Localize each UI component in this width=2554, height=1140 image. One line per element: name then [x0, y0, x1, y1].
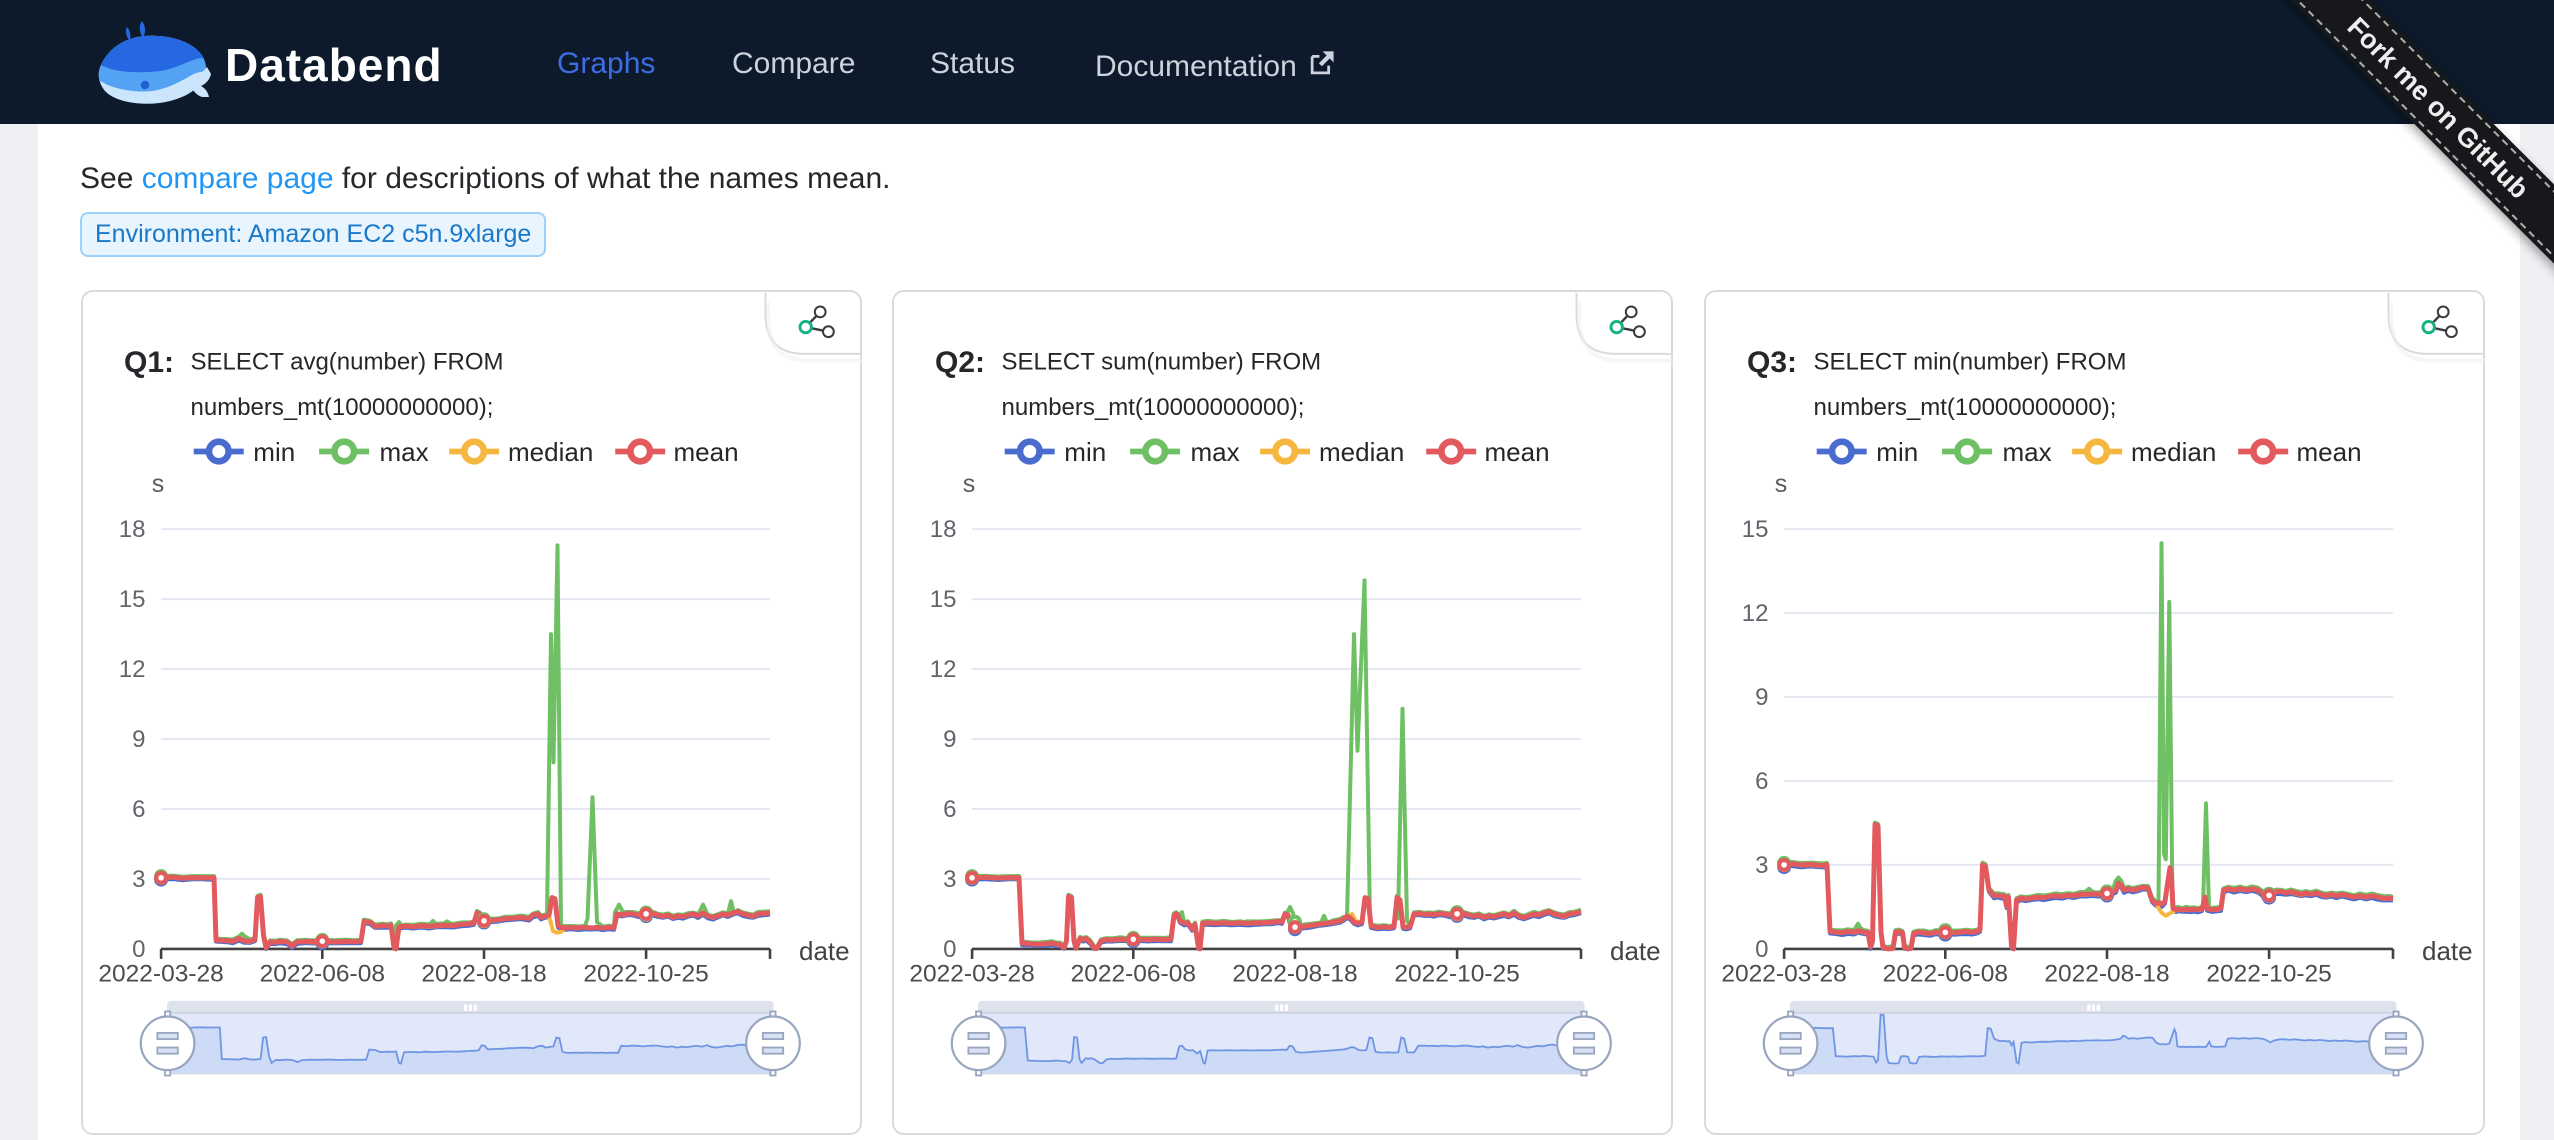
svg-text:mean: mean: [1485, 437, 1550, 467]
svg-text:max: max: [379, 437, 428, 467]
svg-text:2022-03-28: 2022-03-28: [910, 960, 1035, 987]
svg-text:0: 0: [132, 935, 145, 962]
svg-text:numbers_mt(10000000000);: numbers_mt(10000000000);: [1002, 394, 1305, 421]
svg-text:12: 12: [1742, 600, 1769, 627]
svg-text:2022-10-25: 2022-10-25: [1395, 960, 1520, 987]
svg-text:date: date: [2422, 936, 2473, 966]
svg-text:2022-06-08: 2022-06-08: [1071, 960, 1196, 987]
svg-text:3: 3: [943, 865, 956, 892]
svg-text:SELECT avg(number) FROM: SELECT avg(number) FROM: [190, 348, 503, 375]
svg-text:Q2:: Q2:: [935, 346, 985, 379]
svg-text:min: min: [1064, 437, 1106, 467]
svg-text:6: 6: [132, 796, 145, 823]
svg-text:3: 3: [132, 865, 145, 892]
svg-text:date: date: [1610, 936, 1661, 966]
svg-text:2022-06-08: 2022-06-08: [259, 960, 384, 987]
svg-text:date: date: [799, 936, 850, 966]
svg-text:0: 0: [1755, 935, 1768, 962]
svg-text:15: 15: [118, 586, 145, 613]
svg-text:2022-10-25: 2022-10-25: [2206, 960, 2331, 987]
svg-text:2022-06-08: 2022-06-08: [1883, 960, 2008, 987]
svg-text:12: 12: [930, 656, 957, 683]
svg-text:mean: mean: [2296, 437, 2361, 467]
svg-text:15: 15: [930, 586, 957, 613]
svg-text:3: 3: [1755, 851, 1768, 878]
svg-text:s: s: [1775, 470, 1788, 498]
svg-text:9: 9: [1755, 684, 1768, 711]
svg-text:max: max: [2002, 437, 2051, 467]
svg-text:min: min: [1876, 437, 1918, 467]
svg-text:6: 6: [1755, 768, 1768, 795]
svg-text:2022-08-18: 2022-08-18: [421, 960, 546, 987]
svg-text:min: min: [253, 437, 295, 467]
svg-text:18: 18: [118, 516, 145, 543]
svg-text:2022-10-25: 2022-10-25: [583, 960, 708, 987]
svg-text:s: s: [151, 470, 164, 498]
svg-text:SELECT min(number) FROM: SELECT min(number) FROM: [1813, 348, 2126, 375]
svg-text:Q1:: Q1:: [124, 346, 174, 379]
svg-text:median: median: [2131, 437, 2216, 467]
svg-text:s: s: [963, 470, 976, 498]
svg-text:9: 9: [943, 726, 956, 753]
svg-text:numbers_mt(10000000000);: numbers_mt(10000000000);: [190, 394, 493, 421]
svg-text:median: median: [1319, 437, 1404, 467]
svg-text:numbers_mt(10000000000);: numbers_mt(10000000000);: [1813, 394, 2116, 421]
svg-text:SELECT sum(number) FROM: SELECT sum(number) FROM: [1002, 348, 1322, 375]
svg-text:15: 15: [1742, 516, 1769, 543]
svg-text:0: 0: [943, 935, 956, 962]
svg-text:6: 6: [943, 796, 956, 823]
svg-text:2022-08-18: 2022-08-18: [2044, 960, 2169, 987]
svg-text:max: max: [1191, 437, 1240, 467]
svg-text:Q3:: Q3:: [1747, 346, 1797, 379]
svg-text:2022-03-28: 2022-03-28: [1721, 960, 1846, 987]
svg-text:mean: mean: [673, 437, 738, 467]
svg-text:median: median: [508, 437, 593, 467]
svg-text:2022-08-18: 2022-08-18: [1233, 960, 1358, 987]
svg-text:18: 18: [930, 516, 957, 543]
svg-text:12: 12: [118, 656, 145, 683]
svg-text:9: 9: [132, 726, 145, 753]
svg-text:2022-03-28: 2022-03-28: [98, 960, 223, 987]
